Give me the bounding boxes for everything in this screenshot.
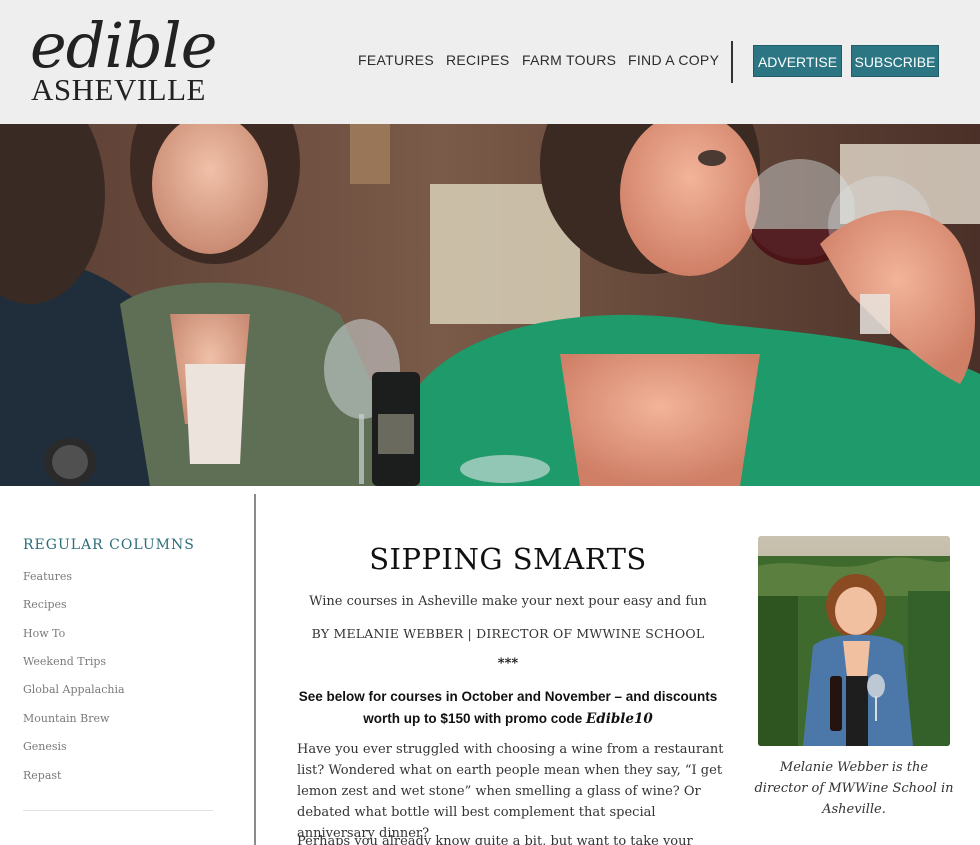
author-photo xyxy=(758,536,950,746)
advertise-button[interactable]: ADVERTISE xyxy=(753,45,842,77)
nav-find-a-copy[interactable]: FIND A COPY xyxy=(628,52,719,68)
article-subtitle: Wine courses in Asheville make your next… xyxy=(309,594,707,609)
sidebar-divider xyxy=(254,494,256,845)
sidebar-item-genesis[interactable]: Genesis xyxy=(23,740,67,753)
hero-image xyxy=(0,124,980,486)
sidebar-item-features[interactable]: Features xyxy=(23,570,72,583)
promo-text: See below for courses in October and Nov… xyxy=(298,689,718,726)
sidebar-item-repast[interactable]: Repast xyxy=(23,769,61,782)
nav-divider xyxy=(731,41,733,83)
sidebar-separator xyxy=(23,810,213,811)
promo-code: Edible10 xyxy=(585,711,653,727)
sidebar-heading: REGULAR COLUMNS xyxy=(23,537,195,553)
section-separator: *** xyxy=(497,656,519,671)
sidebar-item-weekend-trips[interactable]: Weekend Trips xyxy=(23,655,106,668)
sidebar-item-recipes[interactable]: Recipes xyxy=(23,598,67,611)
nav-farm-tours[interactable]: FARM TOURS xyxy=(522,52,616,68)
nav-features[interactable]: FEATURES xyxy=(358,52,434,68)
author-photo-caption: Melanie Webber is the director of MWWine… xyxy=(754,760,954,817)
nav-recipes[interactable]: RECIPES xyxy=(446,52,510,68)
article-byline: BY MELANIE WEBBER | DIRECTOR OF MWWINE S… xyxy=(311,626,705,641)
site-logo[interactable]: edible ASHEVILLE xyxy=(30,8,217,108)
subscribe-button[interactable]: SUBSCRIBE xyxy=(851,45,939,77)
site-header: edible ASHEVILLE FEATURES RECIPES FARM T… xyxy=(0,0,980,124)
sidebar-item-how-to[interactable]: How To xyxy=(23,627,65,640)
article-paragraph: Perhaps you already know quite a bit, bu… xyxy=(297,834,693,845)
promo-callout: See below for courses in October and Nov… xyxy=(290,686,726,730)
logo-asheville: ASHEVILLE xyxy=(31,72,206,107)
article-title: SIPPING SMARTS xyxy=(369,542,647,576)
sidebar-item-global-appalachia[interactable]: Global Appalachia xyxy=(23,683,125,696)
sidebar-item-mountain-brew[interactable]: Mountain Brew xyxy=(23,712,109,725)
article-paragraph: Have you ever struggled with choosing a … xyxy=(297,742,724,841)
